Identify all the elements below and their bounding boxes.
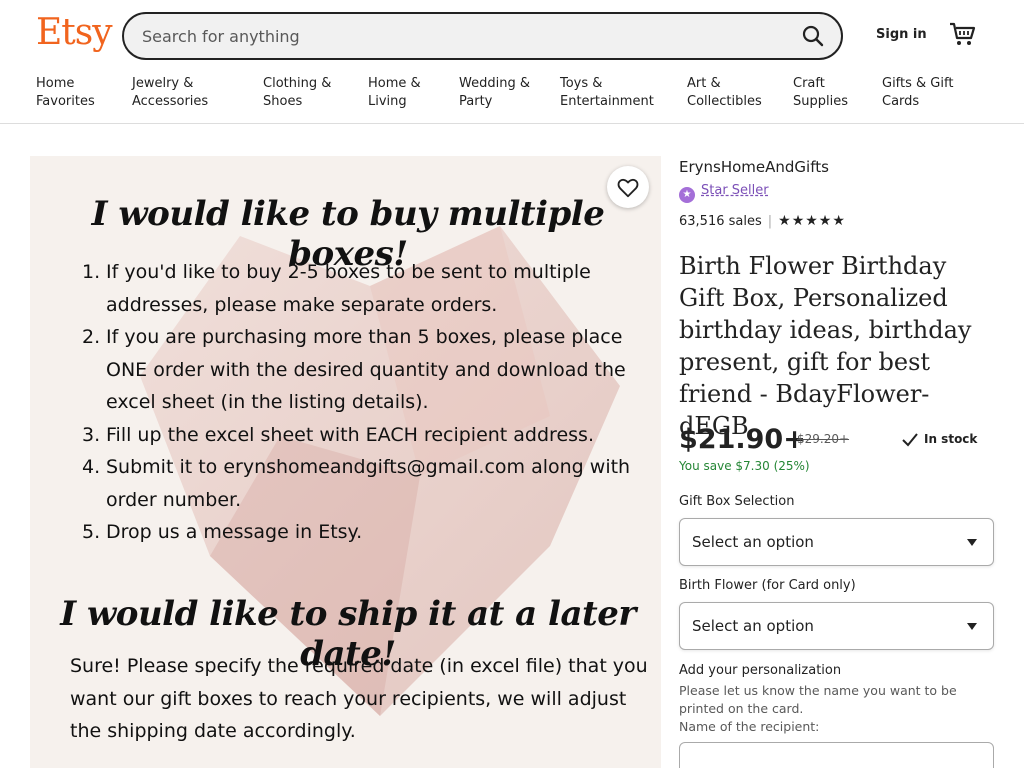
list-item: 5. Drop us a message in Etsy. <box>82 521 363 543</box>
star-seller-icon: ★ <box>679 187 695 203</box>
etsy-logo[interactable]: Etsy <box>36 12 113 53</box>
listing-image[interactable]: I would like to buy multiple boxes! 1. If… <box>30 156 661 768</box>
caret-down-icon <box>967 539 977 546</box>
search-icon <box>802 25 824 47</box>
list-item: 3. Fill up the excel sheet with EACH reci… <box>82 423 594 446</box>
nav-home-living[interactable]: Home & Living <box>368 75 421 111</box>
star-seller-badge[interactable]: ★ Star Seller <box>679 183 769 203</box>
image-instructions-list: 1. If you'd like to buy 2-5 boxes to be s… <box>82 256 642 549</box>
sale-price: $21.90+ <box>679 424 806 455</box>
original-price: $29.20+ <box>797 432 850 446</box>
gift-box-selection-label: Gift Box Selection <box>679 494 795 509</box>
nav-home-favorites[interactable]: Home Favorites <box>36 75 95 111</box>
nav-art-collectibles[interactable]: Art & Collectibles <box>687 75 762 111</box>
search-button[interactable] <box>795 18 831 54</box>
list-item: 2. If you are purchasing more than 5 boxe… <box>82 326 626 413</box>
personalization-input[interactable] <box>679 742 994 768</box>
caret-down-icon <box>967 623 977 630</box>
shop-name-link[interactable]: ErynsHomeAndGifts <box>679 158 829 176</box>
divider: | <box>767 214 773 229</box>
rating-stars-icon[interactable]: ★★★★★ <box>778 213 846 229</box>
heart-icon <box>617 178 639 198</box>
shopping-cart-icon <box>950 22 976 45</box>
nav-jewelry-accessories[interactable]: Jewelry & Accessories <box>132 75 208 111</box>
birth-flower-dropdown[interactable]: Select an option <box>679 602 994 650</box>
category-nav: Home Favorites Jewelry & Accessories Cloth… <box>0 75 1024 115</box>
listing-title: Birth Flower Birthday Gift Box, Personal… <box>679 252 972 440</box>
search-input[interactable] <box>142 14 762 58</box>
list-item: 1. If you'd like to buy 2-5 boxes to be s… <box>82 261 591 316</box>
gift-box-selection-dropdown[interactable]: Select an option <box>679 518 994 566</box>
nav-craft-supplies[interactable]: Craft Supplies <box>793 75 848 111</box>
personalization-instructions: Please let us know the name you want to … <box>679 683 957 734</box>
sign-in-link[interactable]: Sign in <box>876 27 927 42</box>
image-ship-later-text: Sure! Please specify the required date (… <box>70 655 648 742</box>
stock-status: In stock <box>902 432 977 447</box>
nav-wedding-party[interactable]: Wedding & Party <box>459 75 530 111</box>
shop-sales-rating: 63,516 sales | ★★★★★ <box>679 213 846 229</box>
savings-text: You save $7.30 (25%) <box>679 459 810 473</box>
search-bar <box>122 12 843 60</box>
favorite-button[interactable] <box>607 166 649 208</box>
list-item: 4. Submit it to erynshomeandgifts@gmail.c… <box>82 456 631 511</box>
nav-clothing-shoes[interactable]: Clothing & Shoes <box>263 75 331 111</box>
nav-toys-entertainment[interactable]: Toys & Entertainment <box>560 75 654 111</box>
birth-flower-label: Birth Flower (for Card only) <box>679 578 856 593</box>
sales-count: 63,516 sales <box>679 214 762 229</box>
dropdown-value: Select an option <box>692 533 814 551</box>
personalization-title: Add your personalization <box>679 663 842 678</box>
nav-gifts-gift-cards[interactable]: Gifts & Gift Cards <box>882 75 953 111</box>
check-icon <box>902 433 918 447</box>
cart-button[interactable] <box>948 20 978 50</box>
site-header: Etsy Sign in HomeFavorites Jewelry &Acce… <box>0 0 1024 124</box>
dropdown-value: Select an option <box>692 617 814 635</box>
